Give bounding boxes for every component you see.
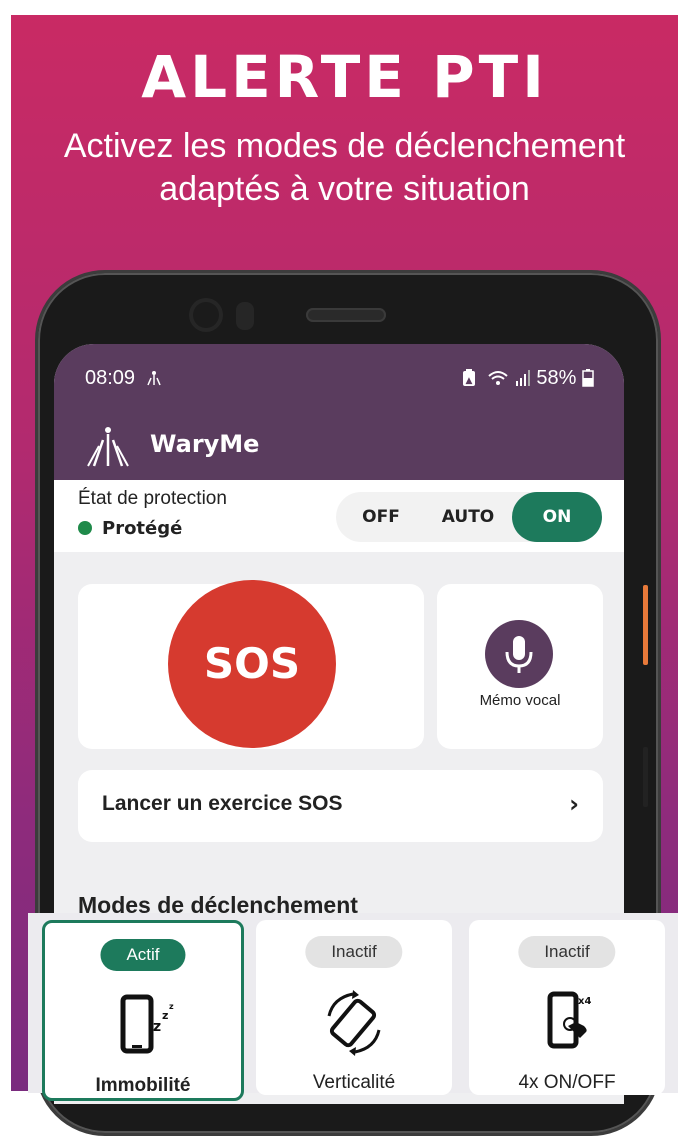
mode-status-badge: Inactif: [305, 936, 403, 968]
earpiece-speaker: [306, 308, 386, 322]
sensor-icon: [236, 302, 254, 330]
protection-status-text: Protégé: [102, 518, 183, 539]
hero-subtitle-line1: Activez les modes de déclenchement: [63, 127, 626, 165]
mode-status-badge: Actif: [100, 939, 186, 971]
hero-subtitle: Activez les modes de déclenchement adapt…: [31, 125, 658, 211]
status-right: ▲ 58%: [462, 367, 594, 390]
battery-icon: [582, 369, 594, 387]
phone-sleep-icon: z z z: [120, 994, 174, 1054]
sos-exercise-row[interactable]: Lancer un exercice SOS ›: [78, 770, 603, 842]
mode-card-verticality[interactable]: Inactif Verticalité: [256, 920, 452, 1095]
protection-mode-toggle: OFF AUTO ON: [336, 492, 602, 542]
hero-subtitle-line2: adaptés à votre situation: [159, 170, 530, 208]
signal-icon: [515, 370, 530, 386]
toggle-off[interactable]: OFF: [346, 492, 416, 542]
protection-label: État de protection: [78, 488, 227, 509]
chevron-right-icon: ›: [569, 790, 579, 818]
battery-percent: 58%: [536, 367, 577, 389]
wifi-icon: [488, 371, 508, 385]
voice-memo-card[interactable]: Mémo vocal: [437, 584, 603, 749]
camera-icon: [189, 298, 223, 332]
microphone-icon[interactable]: [485, 620, 553, 688]
phone-side-button-2: [643, 747, 648, 807]
svg-text:z: z: [169, 1002, 174, 1011]
status-dot-icon: [78, 521, 92, 535]
hero-headline: ALERTE PTI: [141, 43, 548, 111]
status-time: 08:09: [85, 367, 163, 390]
sos-card: SOS: [78, 580, 424, 749]
mode-label: Immobilité: [95, 1075, 191, 1096]
app-bar: WaryMe: [54, 414, 624, 480]
voice-memo-label: Mémo vocal: [479, 692, 561, 709]
phone-side-button: [643, 585, 648, 665]
svg-text:z: z: [153, 1019, 161, 1035]
app-notification-icon: [146, 371, 161, 386]
svg-text:▲: ▲: [465, 376, 472, 386]
protection-section: État de protection Protégé OFF AUTO ON: [54, 480, 624, 552]
wary-logo-icon: [87, 427, 129, 467]
sos-exercise-label: Lancer un exercice SOS: [102, 792, 343, 815]
toggle-auto[interactable]: AUTO: [428, 492, 508, 542]
sos-button[interactable]: SOS: [168, 580, 336, 748]
mode-card-4x-on-off[interactable]: Inactif x4 4x ON/OFF: [469, 920, 665, 1095]
toggle-on[interactable]: ON: [512, 492, 602, 542]
battery-saver-icon: ▲: [462, 369, 475, 386]
status-time-text: 08:09: [85, 367, 136, 389]
phone-press-icon: x4: [547, 991, 591, 1049]
phone-rotate-icon: [327, 990, 381, 1056]
svg-text:x4: x4: [578, 996, 591, 1007]
app-title: WaryMe: [150, 430, 260, 458]
svg-text:z: z: [162, 1009, 168, 1022]
protection-status: Protégé: [78, 518, 182, 539]
status-bar: 08:09 ▲ 58%: [54, 344, 624, 414]
mode-status-badge: Inactif: [518, 936, 616, 968]
mode-card-immobility[interactable]: Actif z z z Immobilité: [42, 920, 244, 1101]
